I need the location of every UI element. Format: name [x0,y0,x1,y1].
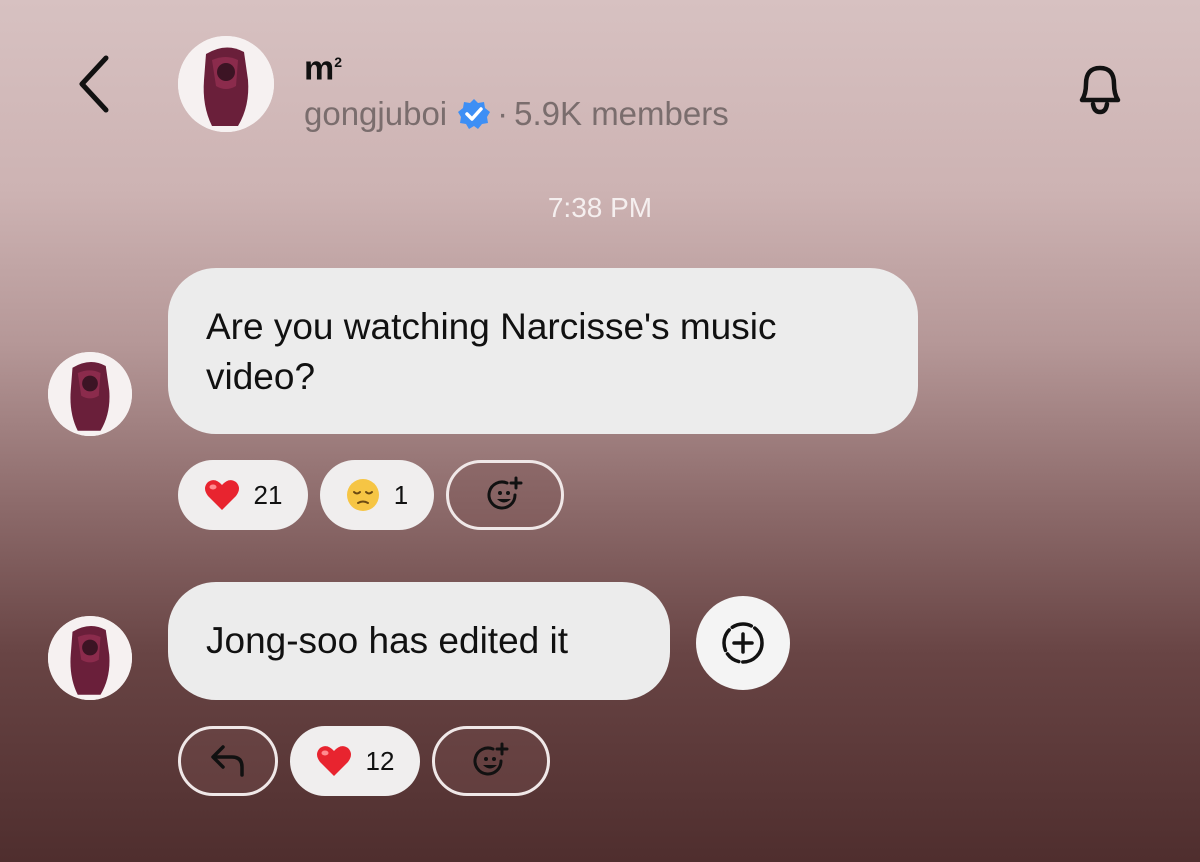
bell-icon [1079,65,1121,115]
separator-dot: · [497,95,509,132]
add-reaction-button[interactable] [446,460,564,530]
verified-badge-icon [458,99,491,129]
smiley-plus-icon [473,742,509,776]
heart-emoji [316,746,351,776]
avatar-image [48,616,132,700]
message-bubble[interactable]: Jong-soo has edited it [168,582,670,700]
avatar-image [178,36,274,132]
add-reaction-button[interactable] [432,726,550,796]
reaction-pensive[interactable]: 1 [320,460,434,530]
reaction-count: 1 [393,479,409,510]
channel-title-superscript: 2 [334,54,343,70]
smiley-plus-icon [487,476,523,510]
notifications-button[interactable] [1064,52,1136,124]
chevron-left-icon [79,55,109,113]
message-text: Are you watching Narcisse's music video? [206,306,777,397]
reaction-heart[interactable]: 12 [290,726,420,796]
reply-button[interactable] [178,726,278,796]
reaction-count: 12 [365,745,395,776]
channel-subtitle: gongjuboi · 5.9K members [304,94,729,134]
sender-avatar[interactable] [48,616,132,700]
avatar-image [48,352,132,436]
heart-emoji [204,480,239,510]
sender-avatar[interactable] [48,352,132,436]
channel-title[interactable]: m2 [304,42,342,88]
reply-icon [211,745,244,777]
member-count[interactable]: 5.9K members [514,94,729,134]
dashed-circle-plus-icon [722,622,764,664]
add-to-story-button[interactable] [696,596,790,690]
message-timestamp: 7:38 PM [547,192,653,223]
channel-title-text: m [304,49,335,88]
pensive-face-emoji [346,479,379,511]
reaction-count: 21 [253,479,283,510]
channel-owner[interactable]: gongjuboi [304,94,447,134]
message-text: Jong-soo has edited it [206,620,569,661]
reaction-heart[interactable]: 21 [178,460,308,530]
message-bubble[interactable]: Are you watching Narcisse's music video? [168,268,918,434]
channel-avatar[interactable] [178,36,274,132]
back-button[interactable] [66,48,122,120]
